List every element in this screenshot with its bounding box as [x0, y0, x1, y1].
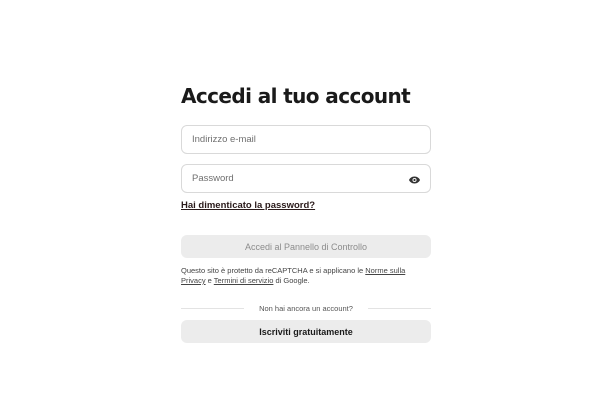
terms-link[interactable]: Termini di servizio — [214, 276, 274, 285]
divider-line-left — [181, 307, 245, 309]
password-input[interactable] — [182, 165, 430, 192]
login-form: Accedi al tuo account Hai dimenticato la… — [181, 84, 432, 343]
recaptcha-text-after: di Google. — [273, 276, 310, 285]
signup-button[interactable]: Iscriviti gratuitamente — [181, 320, 431, 343]
eye-icon[interactable] — [408, 173, 421, 185]
login-submit-button[interactable]: Accedi al Pannello di Controllo — [181, 235, 431, 258]
page-title: Accedi al tuo account — [181, 84, 411, 108]
recaptcha-text-middle: e — [205, 276, 214, 285]
email-input[interactable] — [182, 126, 430, 153]
email-field[interactable] — [181, 125, 431, 154]
forgot-password-link[interactable]: Hai dimenticato la password? — [181, 200, 315, 211]
recaptcha-notice: Questo sito è protetto da reCAPTCHA e si… — [181, 266, 431, 286]
recaptcha-text-before: Questo sito è protetto da reCAPTCHA e si… — [181, 266, 366, 275]
divider-text: Non hai ancora un account? — [259, 303, 353, 313]
divider-line-right — [367, 307, 432, 309]
login-page: Accedi al tuo account Hai dimenticato la… — [0, 0, 610, 417]
signup-divider: Non hai ancora un account? — [181, 303, 432, 313]
password-field[interactable] — [181, 164, 431, 193]
